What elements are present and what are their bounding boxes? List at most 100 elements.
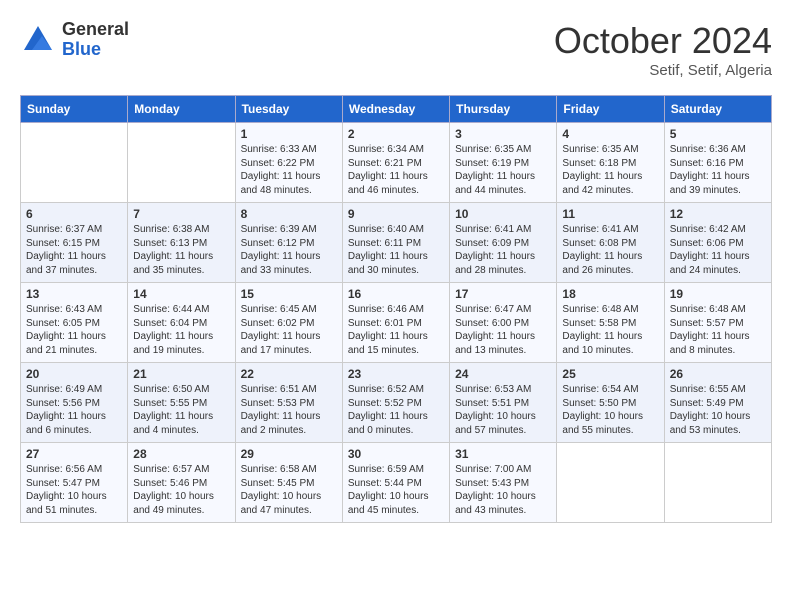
calendar-week-row: 20 Sunrise: 6:49 AM Sunset: 5:56 PM Dayli… xyxy=(21,363,772,443)
calendar-cell: 27 Sunrise: 6:56 AM Sunset: 5:47 PM Dayli… xyxy=(21,443,128,523)
day-number: 24 xyxy=(455,367,551,381)
day-info: Sunrise: 6:35 AM Sunset: 6:18 PM Dayligh… xyxy=(562,143,658,197)
calendar-cell: 26 Sunrise: 6:55 AM Sunset: 5:49 PM Dayli… xyxy=(664,363,771,443)
day-info: Sunrise: 6:55 AM Sunset: 5:49 PM Dayligh… xyxy=(670,383,766,437)
calendar-cell xyxy=(557,443,664,523)
calendar-cell: 17Sunrise: 6:47 AM Sunset: 6:00 PM Dayli… xyxy=(450,283,557,363)
calendar-cell: 24 Sunrise: 6:53 AM Sunset: 5:51 PM Dayli… xyxy=(450,363,557,443)
calendar-cell: 14Sunrise: 6:44 AM Sunset: 6:04 PM Dayli… xyxy=(128,283,235,363)
day-number: 10 xyxy=(455,207,551,221)
calendar-cell: 11Sunrise: 6:41 AM Sunset: 6:08 PM Dayli… xyxy=(557,203,664,283)
day-number: 7 xyxy=(133,207,229,221)
logo-text: General Blue xyxy=(62,20,129,60)
day-number: 4 xyxy=(562,127,658,141)
calendar-week-row: 27 Sunrise: 6:56 AM Sunset: 5:47 PM Dayli… xyxy=(21,443,772,523)
day-info: Sunrise: 6:42 AM Sunset: 6:06 PM Dayligh… xyxy=(670,223,766,277)
calendar-cell: 29 Sunrise: 6:58 AM Sunset: 5:45 PM Dayli… xyxy=(235,443,342,523)
calendar-cell: 23Sunrise: 6:52 AM Sunset: 5:52 PM Dayli… xyxy=(342,363,449,443)
header-day: Monday xyxy=(128,96,235,123)
day-info: Sunrise: 6:59 AM Sunset: 5:44 PM Dayligh… xyxy=(348,463,444,517)
header-day: Sunday xyxy=(21,96,128,123)
day-info: Sunrise: 6:45 AM Sunset: 6:02 PM Dayligh… xyxy=(241,303,337,357)
calendar-week-row: 13Sunrise: 6:43 AM Sunset: 6:05 PM Dayli… xyxy=(21,283,772,363)
day-info: Sunrise: 6:47 AM Sunset: 6:00 PM Dayligh… xyxy=(455,303,551,357)
day-number: 31 xyxy=(455,447,551,461)
calendar-cell: 15 Sunrise: 6:45 AM Sunset: 6:02 PM Dayli… xyxy=(235,283,342,363)
calendar-cell: 5 Sunrise: 6:36 AM Sunset: 6:16 PM Daylig… xyxy=(664,123,771,203)
day-number: 28 xyxy=(133,447,229,461)
day-number: 21 xyxy=(133,367,229,381)
logo-blue: Blue xyxy=(62,40,129,60)
calendar-week-row: 1Sunrise: 6:33 AM Sunset: 6:22 PM Daylig… xyxy=(21,123,772,203)
day-info: Sunrise: 6:57 AM Sunset: 5:46 PM Dayligh… xyxy=(133,463,229,517)
calendar-cell: 4 Sunrise: 6:35 AM Sunset: 6:18 PM Daylig… xyxy=(557,123,664,203)
calendar-table: SundayMondayTuesdayWednesdayThursdayFrid… xyxy=(20,95,772,523)
day-info: Sunrise: 6:35 AM Sunset: 6:19 PM Dayligh… xyxy=(455,143,551,197)
day-number: 12 xyxy=(670,207,766,221)
month-title: October 2024 xyxy=(554,20,772,62)
calendar-cell: 9 Sunrise: 6:40 AM Sunset: 6:11 PM Daylig… xyxy=(342,203,449,283)
day-info: Sunrise: 6:50 AM Sunset: 5:55 PM Dayligh… xyxy=(133,383,229,437)
day-info: Sunrise: 6:54 AM Sunset: 5:50 PM Dayligh… xyxy=(562,383,658,437)
logo-icon xyxy=(20,22,56,58)
day-info: Sunrise: 6:34 AM Sunset: 6:21 PM Dayligh… xyxy=(348,143,444,197)
calendar-cell: 13Sunrise: 6:43 AM Sunset: 6:05 PM Dayli… xyxy=(21,283,128,363)
day-number: 15 xyxy=(241,287,337,301)
day-info: Sunrise: 6:51 AM Sunset: 5:53 PM Dayligh… xyxy=(241,383,337,437)
calendar-cell: 2 Sunrise: 6:34 AM Sunset: 6:21 PM Daylig… xyxy=(342,123,449,203)
day-number: 27 xyxy=(26,447,122,461)
day-info: Sunrise: 6:56 AM Sunset: 5:47 PM Dayligh… xyxy=(26,463,122,517)
day-number: 5 xyxy=(670,127,766,141)
title-block: October 2024 Setif, Setif, Algeria xyxy=(554,20,772,79)
day-number: 22 xyxy=(241,367,337,381)
calendar-cell: 21 Sunrise: 6:50 AM Sunset: 5:55 PM Dayli… xyxy=(128,363,235,443)
day-info: Sunrise: 6:48 AM Sunset: 5:57 PM Dayligh… xyxy=(670,303,766,357)
calendar-cell: 28 Sunrise: 6:57 AM Sunset: 5:46 PM Dayli… xyxy=(128,443,235,523)
calendar-cell: 20 Sunrise: 6:49 AM Sunset: 5:56 PM Dayli… xyxy=(21,363,128,443)
day-number: 29 xyxy=(241,447,337,461)
day-info: Sunrise: 6:41 AM Sunset: 6:09 PM Dayligh… xyxy=(455,223,551,277)
day-number: 20 xyxy=(26,367,122,381)
day-info: Sunrise: 6:53 AM Sunset: 5:51 PM Dayligh… xyxy=(455,383,551,437)
header-row: SundayMondayTuesdayWednesdayThursdayFrid… xyxy=(21,96,772,123)
calendar-cell: 1Sunrise: 6:33 AM Sunset: 6:22 PM Daylig… xyxy=(235,123,342,203)
day-info: Sunrise: 6:37 AM Sunset: 6:15 PM Dayligh… xyxy=(26,223,122,277)
calendar-cell: 7Sunrise: 6:38 AM Sunset: 6:13 PM Daylig… xyxy=(128,203,235,283)
calendar-cell: 3Sunrise: 6:35 AM Sunset: 6:19 PM Daylig… xyxy=(450,123,557,203)
day-info: Sunrise: 6:43 AM Sunset: 6:05 PM Dayligh… xyxy=(26,303,122,357)
calendar-week-row: 6 Sunrise: 6:37 AM Sunset: 6:15 PM Daylig… xyxy=(21,203,772,283)
day-number: 26 xyxy=(670,367,766,381)
logo-general: General xyxy=(62,20,129,40)
day-info: Sunrise: 6:48 AM Sunset: 5:58 PM Dayligh… xyxy=(562,303,658,357)
calendar-cell: 16 Sunrise: 6:46 AM Sunset: 6:01 PM Dayli… xyxy=(342,283,449,363)
day-number: 6 xyxy=(26,207,122,221)
day-info: Sunrise: 6:33 AM Sunset: 6:22 PM Dayligh… xyxy=(241,143,337,197)
calendar-cell: 6 Sunrise: 6:37 AM Sunset: 6:15 PM Daylig… xyxy=(21,203,128,283)
calendar-cell xyxy=(128,123,235,203)
day-number: 2 xyxy=(348,127,444,141)
subtitle: Setif, Setif, Algeria xyxy=(554,62,772,79)
day-number: 16 xyxy=(348,287,444,301)
day-number: 23 xyxy=(348,367,444,381)
day-info: Sunrise: 6:36 AM Sunset: 6:16 PM Dayligh… xyxy=(670,143,766,197)
header-day: Friday xyxy=(557,96,664,123)
calendar-cell: 8Sunrise: 6:39 AM Sunset: 6:12 PM Daylig… xyxy=(235,203,342,283)
day-info: Sunrise: 6:46 AM Sunset: 6:01 PM Dayligh… xyxy=(348,303,444,357)
header-day: Thursday xyxy=(450,96,557,123)
day-info: Sunrise: 6:39 AM Sunset: 6:12 PM Dayligh… xyxy=(241,223,337,277)
day-info: Sunrise: 6:49 AM Sunset: 5:56 PM Dayligh… xyxy=(26,383,122,437)
day-number: 30 xyxy=(348,447,444,461)
day-number: 9 xyxy=(348,207,444,221)
calendar-cell xyxy=(664,443,771,523)
day-info: Sunrise: 6:41 AM Sunset: 6:08 PM Dayligh… xyxy=(562,223,658,277)
calendar-cell: 19Sunrise: 6:48 AM Sunset: 5:57 PM Dayli… xyxy=(664,283,771,363)
header-day: Tuesday xyxy=(235,96,342,123)
day-info: Sunrise: 6:58 AM Sunset: 5:45 PM Dayligh… xyxy=(241,463,337,517)
day-number: 14 xyxy=(133,287,229,301)
calendar-cell: 25Sunrise: 6:54 AM Sunset: 5:50 PM Dayli… xyxy=(557,363,664,443)
calendar-cell: 12 Sunrise: 6:42 AM Sunset: 6:06 PM Dayli… xyxy=(664,203,771,283)
day-info: Sunrise: 6:40 AM Sunset: 6:11 PM Dayligh… xyxy=(348,223,444,277)
calendar-cell: 30 Sunrise: 6:59 AM Sunset: 5:44 PM Dayli… xyxy=(342,443,449,523)
calendar-cell: 31Sunrise: 7:00 AM Sunset: 5:43 PM Dayli… xyxy=(450,443,557,523)
page-header: General Blue October 2024 Setif, Setif, … xyxy=(20,20,772,79)
